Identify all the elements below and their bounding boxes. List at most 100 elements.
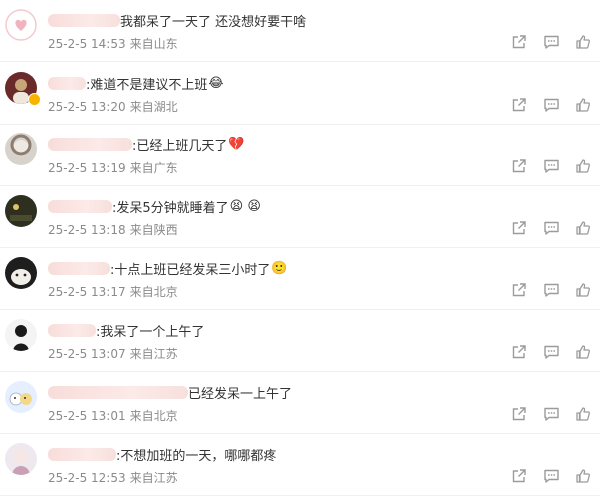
comment-meta: 25-2-5 14:53 来自山东 bbox=[48, 35, 178, 52]
comment-item: :已经上班几天了 💔 25-2-5 13:19 来自广东 bbox=[0, 124, 600, 186]
comment-actions bbox=[510, 343, 592, 361]
blurred-username[interactable] bbox=[48, 385, 188, 399]
avatar[interactable] bbox=[5, 9, 37, 41]
timestamp: 25-2-5 12:53 bbox=[48, 471, 126, 485]
share-icon[interactable] bbox=[510, 33, 528, 51]
avatar[interactable] bbox=[5, 257, 37, 289]
blurred-username[interactable] bbox=[48, 76, 86, 90]
comment-icon[interactable] bbox=[542, 281, 560, 299]
comment-icon[interactable] bbox=[542, 33, 560, 51]
comment-item: :发呆5分钟就睡着了 😫 😫 25-2-5 13:18 来自陕西 bbox=[0, 186, 600, 248]
share-icon[interactable] bbox=[510, 219, 528, 237]
avatar[interactable] bbox=[5, 133, 37, 165]
verified-badge-icon bbox=[28, 93, 41, 106]
emoji-icon: 🙂 bbox=[271, 260, 288, 276]
timestamp: 25-2-5 13:01 bbox=[48, 409, 126, 423]
avatar[interactable] bbox=[5, 381, 37, 413]
timestamp: 25-2-5 13:18 bbox=[48, 223, 126, 237]
blurred-username[interactable] bbox=[48, 13, 120, 27]
comment-content: :已经上班几天了 💔 bbox=[48, 133, 245, 155]
comment-text: :已经上班几天了 bbox=[132, 138, 228, 154]
comment-content: :不想加班的一天，哪哪都疼 bbox=[48, 443, 277, 465]
comment-text: :不想加班的一天，哪哪都疼 bbox=[116, 448, 277, 464]
emoji-icon: 💔 bbox=[228, 136, 245, 152]
like-icon[interactable] bbox=[574, 219, 592, 237]
emoji-icon: 😫 😫 bbox=[229, 198, 261, 214]
timestamp: 25-2-5 13:07 bbox=[48, 347, 126, 361]
blurred-username[interactable] bbox=[48, 261, 110, 275]
comment-content: 我都呆了一天了 还没想好要干啥 bbox=[48, 9, 307, 31]
comment-meta: 25-2-5 13:17 来自北京 bbox=[48, 283, 178, 300]
comment-icon[interactable] bbox=[542, 157, 560, 175]
comment-content: :我呆了一个上午了 bbox=[48, 319, 205, 341]
comment-item: 已经发呆一上午了 25-2-5 13:01 来自北京 bbox=[0, 372, 600, 434]
share-icon[interactable] bbox=[510, 467, 528, 485]
location: 来自江苏 bbox=[129, 471, 178, 485]
share-icon[interactable] bbox=[510, 343, 528, 361]
location: 来自北京 bbox=[129, 285, 178, 299]
comment-content: 已经发呆一上午了 bbox=[48, 381, 293, 403]
blurred-username[interactable] bbox=[48, 199, 112, 213]
comment-icon[interactable] bbox=[542, 405, 560, 423]
like-icon[interactable] bbox=[574, 33, 592, 51]
like-icon[interactable] bbox=[574, 343, 592, 361]
comment-icon[interactable] bbox=[542, 219, 560, 237]
comment-actions bbox=[510, 33, 592, 51]
blurred-username[interactable] bbox=[48, 447, 116, 461]
avatar[interactable] bbox=[5, 195, 37, 227]
comment-actions bbox=[510, 281, 592, 299]
comment-actions bbox=[510, 467, 592, 485]
comment-content: :十点上班已经发呆三小时了 🙂 bbox=[48, 257, 288, 279]
comment-item: :难道不是建议不上班 😂 25-2-5 13:20 来自湖北 bbox=[0, 63, 600, 125]
comment-icon[interactable] bbox=[542, 343, 560, 361]
timestamp: 25-2-5 13:19 bbox=[48, 161, 126, 175]
like-icon[interactable] bbox=[574, 467, 592, 485]
comment-item: :我呆了一个上午了 25-2-5 13:07 来自江苏 bbox=[0, 310, 600, 372]
share-icon[interactable] bbox=[510, 405, 528, 423]
comment-meta: 25-2-5 13:20 来自湖北 bbox=[48, 98, 178, 115]
share-icon[interactable] bbox=[510, 96, 528, 114]
comment-item: 我都呆了一天了 还没想好要干啥 25-2-5 14:53 来自山东 bbox=[0, 0, 600, 62]
comment-item: :十点上班已经发呆三小时了 🙂 25-2-5 13:17 来自北京 bbox=[0, 248, 600, 310]
share-icon[interactable] bbox=[510, 157, 528, 175]
like-icon[interactable] bbox=[574, 281, 592, 299]
timestamp: 25-2-5 13:17 bbox=[48, 285, 126, 299]
comment-actions bbox=[510, 96, 592, 114]
like-icon[interactable] bbox=[574, 157, 592, 175]
comment-meta: 25-2-5 13:19 来自广东 bbox=[48, 159, 178, 176]
timestamp: 25-2-5 14:53 bbox=[48, 37, 126, 51]
comment-text: 已经发呆一上午了 bbox=[188, 386, 293, 402]
blurred-username[interactable] bbox=[48, 137, 132, 151]
comment-content: :难道不是建议不上班 😂 bbox=[48, 72, 224, 94]
location: 来自广东 bbox=[129, 161, 178, 175]
comment-actions bbox=[510, 157, 592, 175]
comment-meta: 25-2-5 13:18 来自陕西 bbox=[48, 221, 178, 238]
emoji-icon: 😂 bbox=[208, 75, 224, 91]
comment-text: :发呆5分钟就睡着了 bbox=[112, 200, 229, 216]
comment-text: :十点上班已经发呆三小时了 bbox=[110, 262, 271, 278]
share-icon[interactable] bbox=[510, 281, 528, 299]
comment-icon[interactable] bbox=[542, 467, 560, 485]
comment-meta: 25-2-5 13:07 来自江苏 bbox=[48, 345, 178, 362]
comment-item: :不想加班的一天，哪哪都疼 25-2-5 12:53 来自江苏 bbox=[0, 434, 600, 496]
like-icon[interactable] bbox=[574, 405, 592, 423]
avatar[interactable] bbox=[5, 319, 37, 351]
comment-actions bbox=[510, 405, 592, 423]
location: 来自北京 bbox=[129, 409, 178, 423]
comment-meta: 25-2-5 12:53 来自江苏 bbox=[48, 469, 178, 486]
comment-text: 我都呆了一天了 还没想好要干啥 bbox=[120, 14, 307, 30]
comment-icon[interactable] bbox=[542, 96, 560, 114]
like-icon[interactable] bbox=[574, 96, 592, 114]
timestamp: 25-2-5 13:20 bbox=[48, 100, 126, 114]
location: 来自山东 bbox=[129, 37, 178, 51]
comment-text: :我呆了一个上午了 bbox=[96, 324, 205, 340]
avatar[interactable] bbox=[5, 443, 37, 475]
comment-actions bbox=[510, 219, 592, 237]
location: 来自江苏 bbox=[129, 347, 178, 361]
comment-text: :难道不是建议不上班 bbox=[86, 77, 208, 93]
blurred-username[interactable] bbox=[48, 323, 96, 337]
comment-meta: 25-2-5 13:01 来自北京 bbox=[48, 407, 178, 424]
location: 来自湖北 bbox=[129, 100, 178, 114]
location: 来自陕西 bbox=[129, 223, 178, 237]
comment-content: :发呆5分钟就睡着了 😫 😫 bbox=[48, 195, 261, 217]
